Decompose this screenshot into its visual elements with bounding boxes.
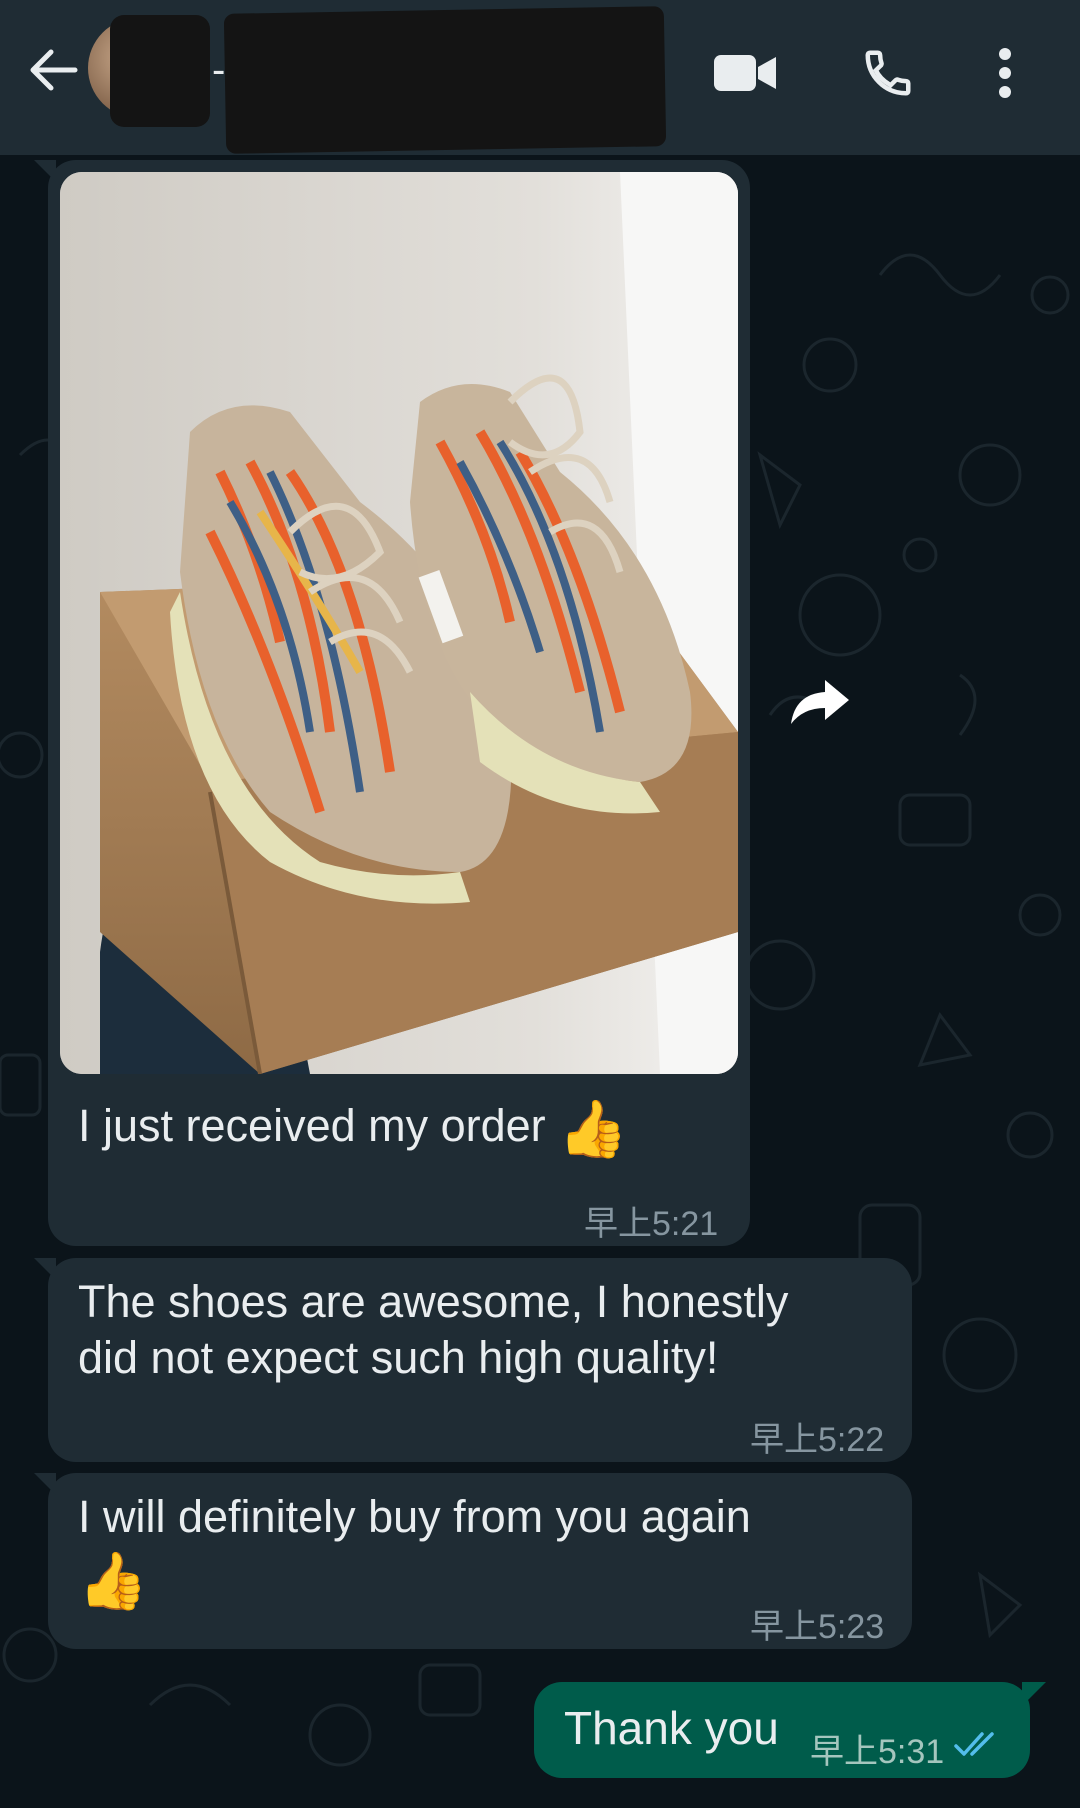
message-bubble-incoming[interactable]: I will definitely buy from you again 👍 早… [34,1473,912,1649]
phone-icon [865,50,911,96]
message-text-content: I just received my order [78,1100,546,1151]
message-bubble-incoming[interactable]: The shoes are awesome, I honestly did no… [34,1258,912,1462]
voice-call-button[interactable] [848,38,928,108]
message-timestamp: 早上5:31 [810,1733,945,1771]
message-timestamp: 早上5:21 [584,1205,719,1243]
back-button[interactable] [18,38,88,102]
message-photo[interactable] [60,172,738,1074]
redaction-mark [110,15,210,127]
message-text: I will definitely buy from you again 👍 [78,1489,751,1609]
message-bubble-outgoing[interactable]: Thank you 早上5:31 [534,1682,1046,1778]
message-text: I just received my order 👍 [78,1098,628,1157]
forward-button[interactable] [780,662,860,742]
arrow-left-icon [30,49,78,91]
message-timestamp: 早上5:22 [750,1421,885,1459]
chat-header: - [0,0,1080,155]
three-dots-vertical-icon [999,48,1011,98]
thumbs-up-emoji: 👍 [78,1549,148,1612]
more-options-button[interactable] [975,38,1035,108]
message-text-line: The shoes are awesome, I honestly [78,1276,789,1327]
video-camera-icon [714,55,776,91]
message-text: The shoes are awesome, I honestly did no… [78,1274,788,1386]
message-text-content: I will definitely buy from you again [78,1491,751,1542]
share-forward-icon [791,680,849,724]
thumbs-up-emoji: 👍 [558,1097,628,1161]
message-bubble-incoming[interactable]: I just received my order 👍 早上5:21 [34,160,750,1246]
message-text-line: did not expect such high quality! [78,1332,719,1383]
message-text-content: Thank you [564,1702,779,1754]
contact-name[interactable]: - [212,48,225,93]
read-receipt-icon [954,1732,994,1756]
sneakers-photo-image [60,172,738,1074]
message-timestamp: 早上5:23 [750,1608,885,1646]
video-call-button[interactable] [705,38,785,108]
redaction-mark [223,6,667,154]
